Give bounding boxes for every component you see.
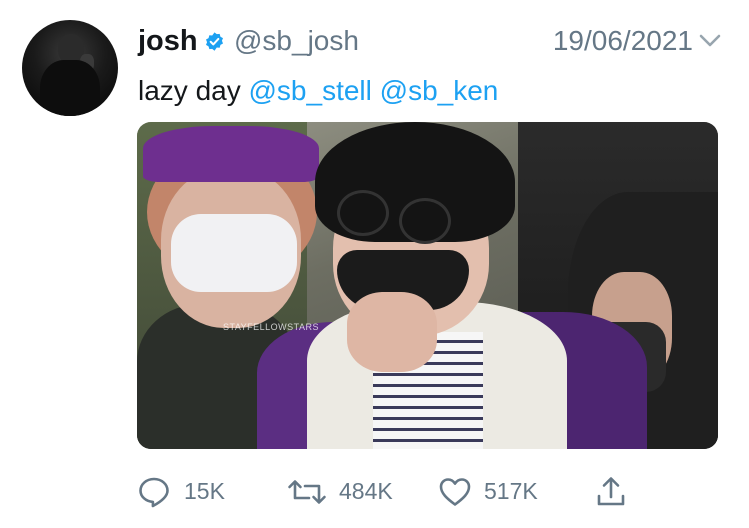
mention-link[interactable]: @sb_stell (249, 75, 372, 106)
photo-person (171, 214, 297, 292)
photo-person (347, 292, 437, 372)
mention-link[interactable]: @sb_ken (380, 75, 499, 106)
author-avatar[interactable] (22, 20, 118, 116)
tweet-text: lazy day @sb_stell @sb_ken (138, 74, 498, 108)
retweet-count: 484K (339, 478, 393, 504)
reply-count: 15K (184, 478, 225, 504)
tweet-text-body: lazy day (138, 75, 241, 106)
photo-person (143, 126, 319, 182)
photo-person (399, 198, 451, 244)
like-button[interactable]: 517K (438, 472, 558, 512)
photo-person (337, 190, 389, 236)
tweet-date[interactable]: 19/06/2021 (553, 24, 693, 58)
heart-icon (439, 478, 471, 506)
tweet-photo[interactable]: STAYFELLOWSTARS (137, 122, 718, 449)
author-handle[interactable]: @sb_josh (234, 24, 359, 58)
retweet-icon (288, 480, 326, 504)
tweet-actions: 15K 484K 517K (137, 472, 637, 512)
like-count: 517K (484, 478, 538, 504)
share-icon (597, 477, 625, 506)
share-button[interactable] (595, 472, 629, 512)
verified-badge-icon (206, 32, 223, 51)
reply-button[interactable]: 15K (137, 472, 237, 512)
chevron-down-icon[interactable] (699, 32, 721, 50)
retweet-button[interactable]: 484K (287, 472, 407, 512)
author-name[interactable]: josh (138, 24, 198, 58)
photo-watermark: STAYFELLOWSTARS (223, 322, 320, 332)
tweet-header: josh @sb_josh 19/06/2021 (138, 24, 721, 60)
reply-icon (139, 477, 169, 508)
avatar-body (40, 60, 100, 116)
